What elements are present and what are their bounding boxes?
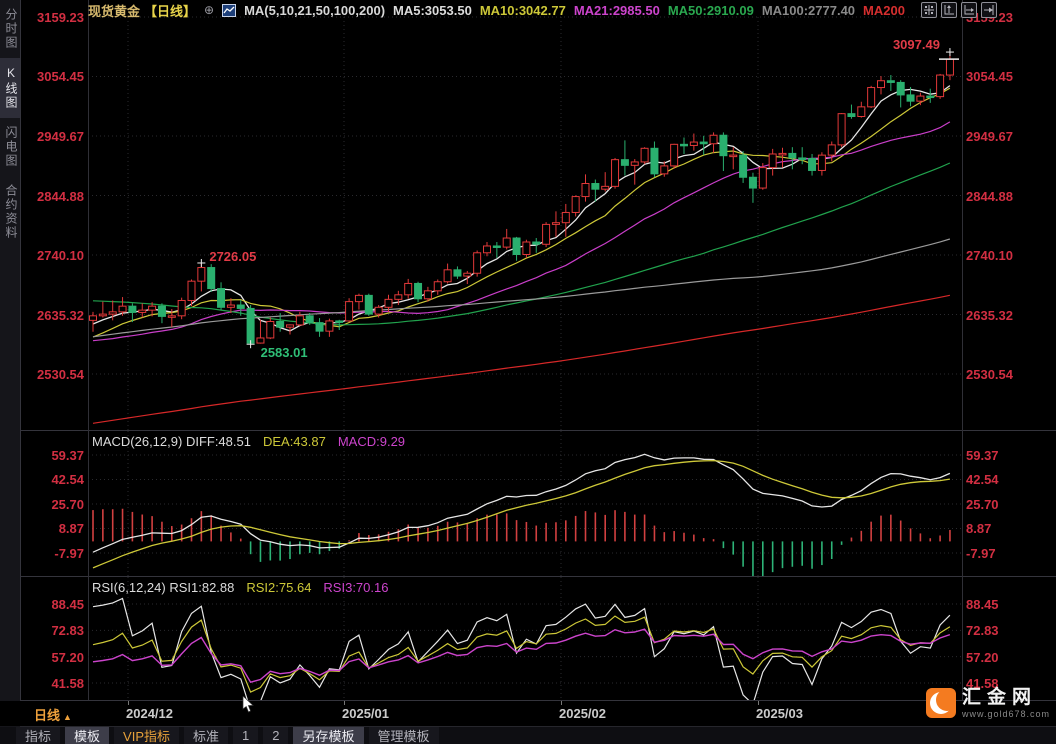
symbol-title: 现货黄金: [88, 1, 140, 20]
axis-label: 2844.88: [966, 189, 1036, 204]
ma5-legend: MA5:3053.50: [393, 3, 472, 18]
axis-label: 3159.23: [18, 10, 84, 25]
price-annotation: 3097.49: [893, 37, 940, 52]
tab-standard[interactable]: 标准: [184, 727, 228, 744]
tab-indicators[interactable]: 指标: [16, 727, 60, 744]
axis-label: 25.70: [966, 497, 1036, 512]
axis-label: 2844.88: [18, 189, 84, 204]
axis-label: 42.54: [966, 472, 1036, 487]
tab-save-as-template[interactable]: 另存模板: [293, 727, 363, 744]
rsi3-value: RSI3:70.16: [323, 580, 388, 595]
axis-label: 59.37: [18, 448, 84, 463]
axis-label: 41.58: [18, 676, 84, 691]
axis-border: [962, 0, 963, 700]
month-label: 2025/03: [756, 706, 803, 721]
fit-y-axis-icon[interactable]: [941, 2, 957, 18]
ma-formula-label: MA(5,10,21,50,100,200): [244, 3, 385, 18]
rsi2-value: RSI2:75.64: [246, 580, 311, 595]
chart-header: 现货黄金 【日线】 ⊕ MA(5,10,21,50,100,200) MA5:3…: [88, 0, 905, 20]
axis-label: 72.83: [18, 623, 84, 638]
axis-label: 3054.45: [18, 69, 84, 84]
axis-label: 2949.67: [966, 129, 1036, 144]
add-indicator-icon[interactable]: ⊕: [204, 3, 214, 17]
month-label: 2025/01: [342, 706, 389, 721]
price-annotation: 2726.05: [209, 249, 256, 264]
huijin-logo-icon: [926, 688, 956, 718]
tab-2[interactable]: 2: [263, 727, 288, 744]
sidebar-item-contract-info[interactable]: 合约资料: [0, 176, 20, 248]
rsi-panel-header: RSI(6,12,24) RSI1:82.88 RSI2:75.64 RSI3:…: [92, 580, 388, 595]
ma21-legend: MA21:2985.50: [574, 3, 660, 18]
axis-label: 88.45: [18, 597, 84, 612]
axis-label: 88.45: [966, 597, 1036, 612]
axis-label: 2740.10: [966, 248, 1036, 263]
sidebar-item-lightning-chart[interactable]: 闪电图: [0, 118, 20, 176]
snap-right-icon[interactable]: [981, 2, 997, 18]
month-label: 2025/02: [559, 706, 606, 721]
tab-manage-templates[interactable]: 管理模板: [369, 727, 439, 744]
mini-chart-icon: [222, 4, 236, 17]
axis-label: 2635.32: [966, 308, 1036, 323]
huijin-logo: 汇金网 www.gold678.com: [926, 688, 1050, 719]
macd-panel-header: MACD(26,12,9) DIFF:48.51 DEA:43.87 MACD:…: [92, 434, 405, 449]
tab-1[interactable]: 1: [233, 727, 258, 744]
month-tick: [344, 701, 345, 705]
axis-label: 2530.54: [966, 367, 1036, 382]
logo-url: www.gold678.com: [962, 709, 1050, 719]
macd-title: MACD(26,12,9) DIFF:48.51: [92, 434, 251, 449]
axis-label: 2949.67: [18, 129, 84, 144]
rsi-chart-canvas[interactable]: [88, 577, 962, 700]
trading-app-window: 分时图 K线图 闪电图 合约资料 现货黄金 【日线】 ⊕ MA(5,10,21,…: [0, 0, 1056, 744]
price-annotation: 2583.01: [261, 345, 308, 360]
ma10-legend: MA10:3042.77: [480, 3, 566, 18]
axis-label: 57.20: [966, 650, 1036, 665]
axis-label: 72.83: [966, 623, 1036, 638]
axis-label: 59.37: [966, 448, 1036, 463]
crosshair-icon[interactable]: [921, 2, 937, 18]
axis-label: 2740.10: [18, 248, 84, 263]
bottom-tab-bar: 指标 模板 VIP指标 标准 1 2 另存模板 管理模板: [0, 727, 1056, 744]
axis-label: 8.87: [18, 521, 84, 536]
axis-label: 2530.54: [18, 367, 84, 382]
candlestick-chart-canvas[interactable]: 2726.05 2583.01 3097.49: [88, 0, 962, 430]
macd-chart-canvas[interactable]: [88, 431, 962, 576]
sidebar-item-timeshare-chart[interactable]: 分时图: [0, 0, 20, 58]
tab-templates[interactable]: 模板: [65, 727, 109, 744]
axis-label: -7.97: [18, 546, 84, 561]
time-axis: 日线▲ 2024/12 2025/01 2025/02 2025/03: [0, 701, 1056, 726]
axis-label: 8.87: [966, 521, 1036, 536]
rsi-title: RSI(6,12,24) RSI1:82.88: [92, 580, 234, 595]
logo-name: 汇金网: [962, 688, 1050, 708]
chevron-up-icon: ▲: [63, 712, 72, 722]
fit-x-axis-icon[interactable]: [961, 2, 977, 18]
month-tick: [128, 701, 129, 705]
mouse-cursor: [242, 696, 256, 714]
chart-toolbar: [921, 2, 997, 18]
tab-vip-indicators[interactable]: VIP指标: [114, 727, 179, 744]
axis-label: -7.97: [966, 546, 1036, 561]
axis-label: 2635.32: [18, 308, 84, 323]
axis-label: 57.20: [18, 650, 84, 665]
axis-label: 42.54: [18, 472, 84, 487]
axis-label: 3054.45: [966, 69, 1036, 84]
month-label: 2024/12: [126, 706, 173, 721]
ma200-legend: MA200: [863, 3, 905, 18]
ma100-legend: MA100:2777.40: [762, 3, 855, 18]
period-selector[interactable]: 日线▲: [34, 705, 72, 724]
macd-hist-value: MACD:9.29: [338, 434, 405, 449]
period-tag: 【日线】: [144, 1, 196, 20]
month-tick: [561, 701, 562, 705]
month-tick: [758, 701, 759, 705]
axis-label: 25.70: [18, 497, 84, 512]
macd-dea-value: DEA:43.87: [263, 434, 326, 449]
ma50-legend: MA50:2910.09: [668, 3, 754, 18]
sidebar-item-kline-chart[interactable]: K线图: [0, 58, 20, 118]
